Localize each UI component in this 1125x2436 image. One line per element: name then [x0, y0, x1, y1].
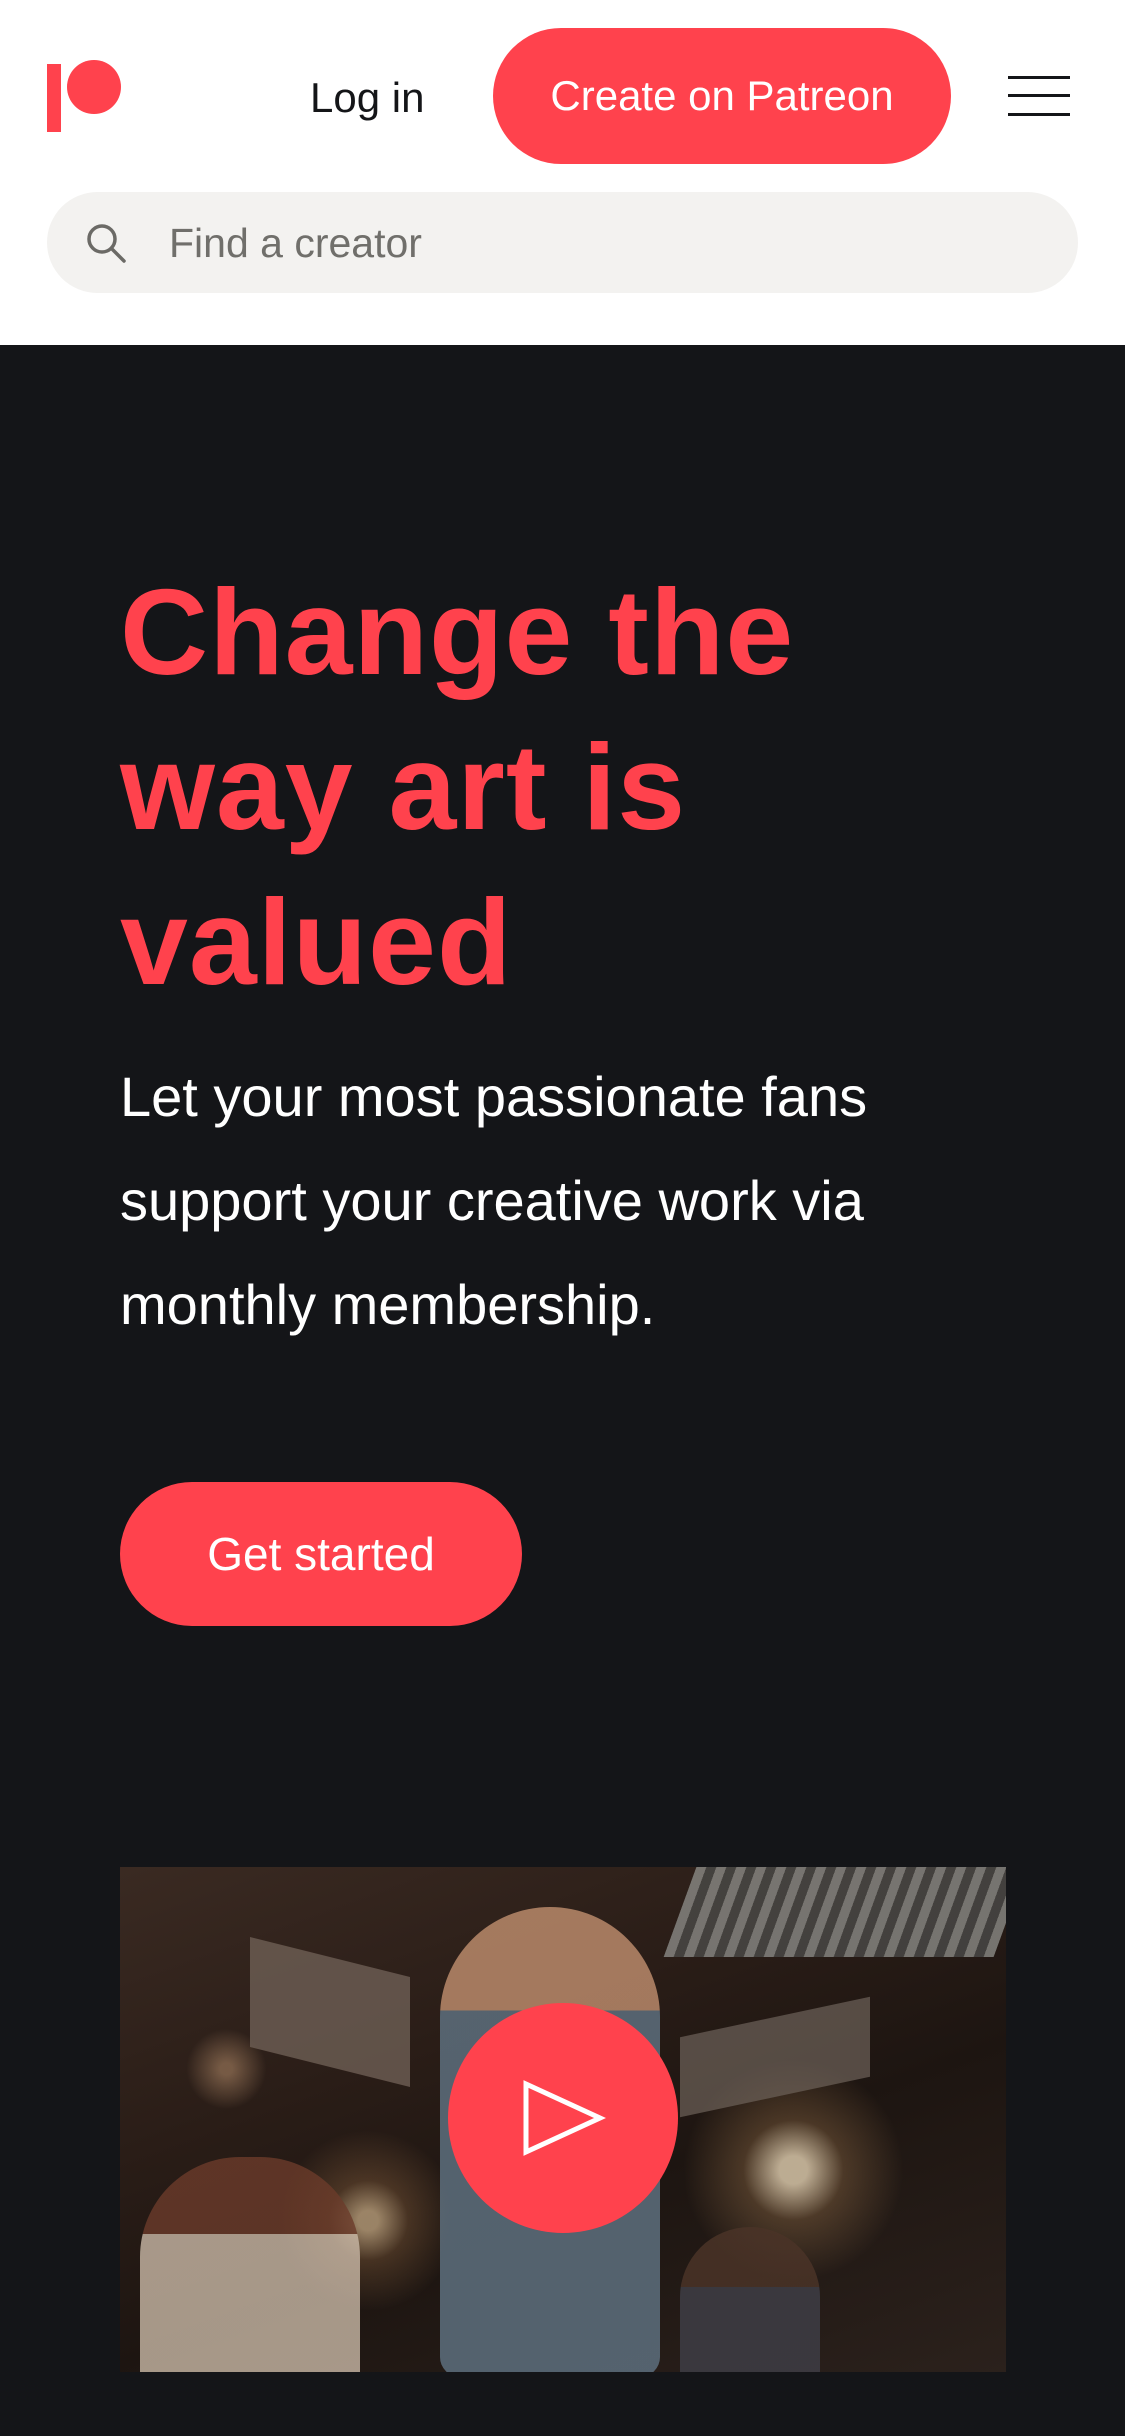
- video-scene-panel: [680, 1996, 870, 2118]
- menu-icon[interactable]: [1008, 72, 1074, 120]
- menu-line: [1008, 94, 1070, 97]
- login-link[interactable]: Log in: [300, 60, 434, 136]
- patreon-logo[interactable]: [47, 60, 121, 132]
- menu-line: [1008, 76, 1070, 79]
- logo-bar: [47, 64, 61, 132]
- hero-subhead: Let your most passionate fans support yo…: [120, 1065, 868, 1336]
- hero-video[interactable]: [120, 1867, 1006, 2372]
- video-scene-audience: [140, 2157, 360, 2372]
- get-started-button[interactable]: Get started: [120, 1482, 522, 1626]
- site-header: Log in Create on Patreon: [0, 0, 1125, 345]
- play-button[interactable]: [448, 2003, 678, 2233]
- hero-section: Change the way art is valued Let your mo…: [0, 345, 1125, 2436]
- menu-line: [1008, 113, 1070, 116]
- search-input[interactable]: [167, 192, 1051, 295]
- hero-headline: Change the way art is valued: [120, 564, 795, 1010]
- video-scene-panel: [250, 1937, 410, 2087]
- search-bar[interactable]: [47, 192, 1078, 295]
- video-scene-ceiling: [663, 1867, 1006, 1957]
- search-icon: [87, 224, 126, 263]
- play-icon: [523, 2080, 606, 2156]
- logo-dot: [67, 60, 121, 114]
- create-on-patreon-button[interactable]: Create on Patreon: [493, 28, 951, 164]
- video-scene-audience: [680, 2227, 820, 2372]
